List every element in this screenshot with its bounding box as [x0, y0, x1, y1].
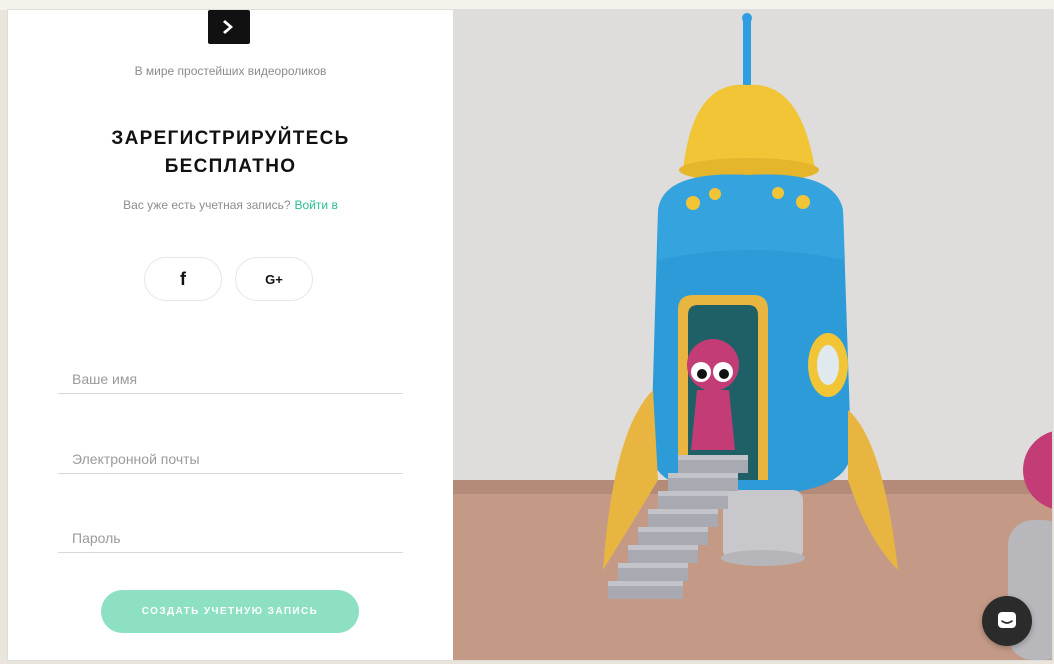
facebook-button[interactable]: f: [144, 257, 222, 301]
rocket-scene: [453, 10, 1052, 660]
signup-panel: В мире простейших видеороликов ЗАРЕГИСТР…: [8, 10, 453, 660]
clay-rocket-illustration: [453, 10, 1052, 660]
chat-bubble-icon: [998, 612, 1016, 628]
tagline: В мире простейших видеороликов: [134, 64, 327, 78]
have-account-text: Вас уже есть учетная запись?: [123, 198, 291, 212]
page-title: ЗАРЕГИСТРИРУЙТЕСЬ БЕСПЛАТНО: [8, 125, 453, 181]
title-text: ЗАРЕГИСТРИРУЙТЕСЬ БЕСПЛАТНО: [111, 128, 350, 177]
browser-top-strip: [0, 0, 1054, 10]
password-input[interactable]: [70, 522, 404, 554]
name-input[interactable]: [70, 363, 404, 395]
google-plus-icon: G+: [265, 271, 283, 287]
create-account-button[interactable]: СОЗДАТЬ УЧЕТНУЮ ЗАПИСЬ: [101, 590, 359, 633]
login-link[interactable]: Войти в: [295, 198, 338, 212]
password-field: [58, 512, 404, 554]
email-field: [58, 433, 404, 475]
logo[interactable]: [208, 10, 250, 44]
google-plus-button[interactable]: G+: [235, 257, 313, 301]
chat-launcher-button[interactable]: [982, 596, 1032, 646]
email-input[interactable]: [70, 443, 404, 475]
play-chevron-icon: [223, 20, 233, 34]
name-field: [58, 353, 404, 395]
login-prompt: Вас уже есть учетная запись? Войти в: [8, 198, 453, 212]
signup-window: В мире простейших видеороликов ЗАРЕГИСТР…: [8, 10, 1052, 660]
facebook-icon: f: [180, 268, 186, 289]
